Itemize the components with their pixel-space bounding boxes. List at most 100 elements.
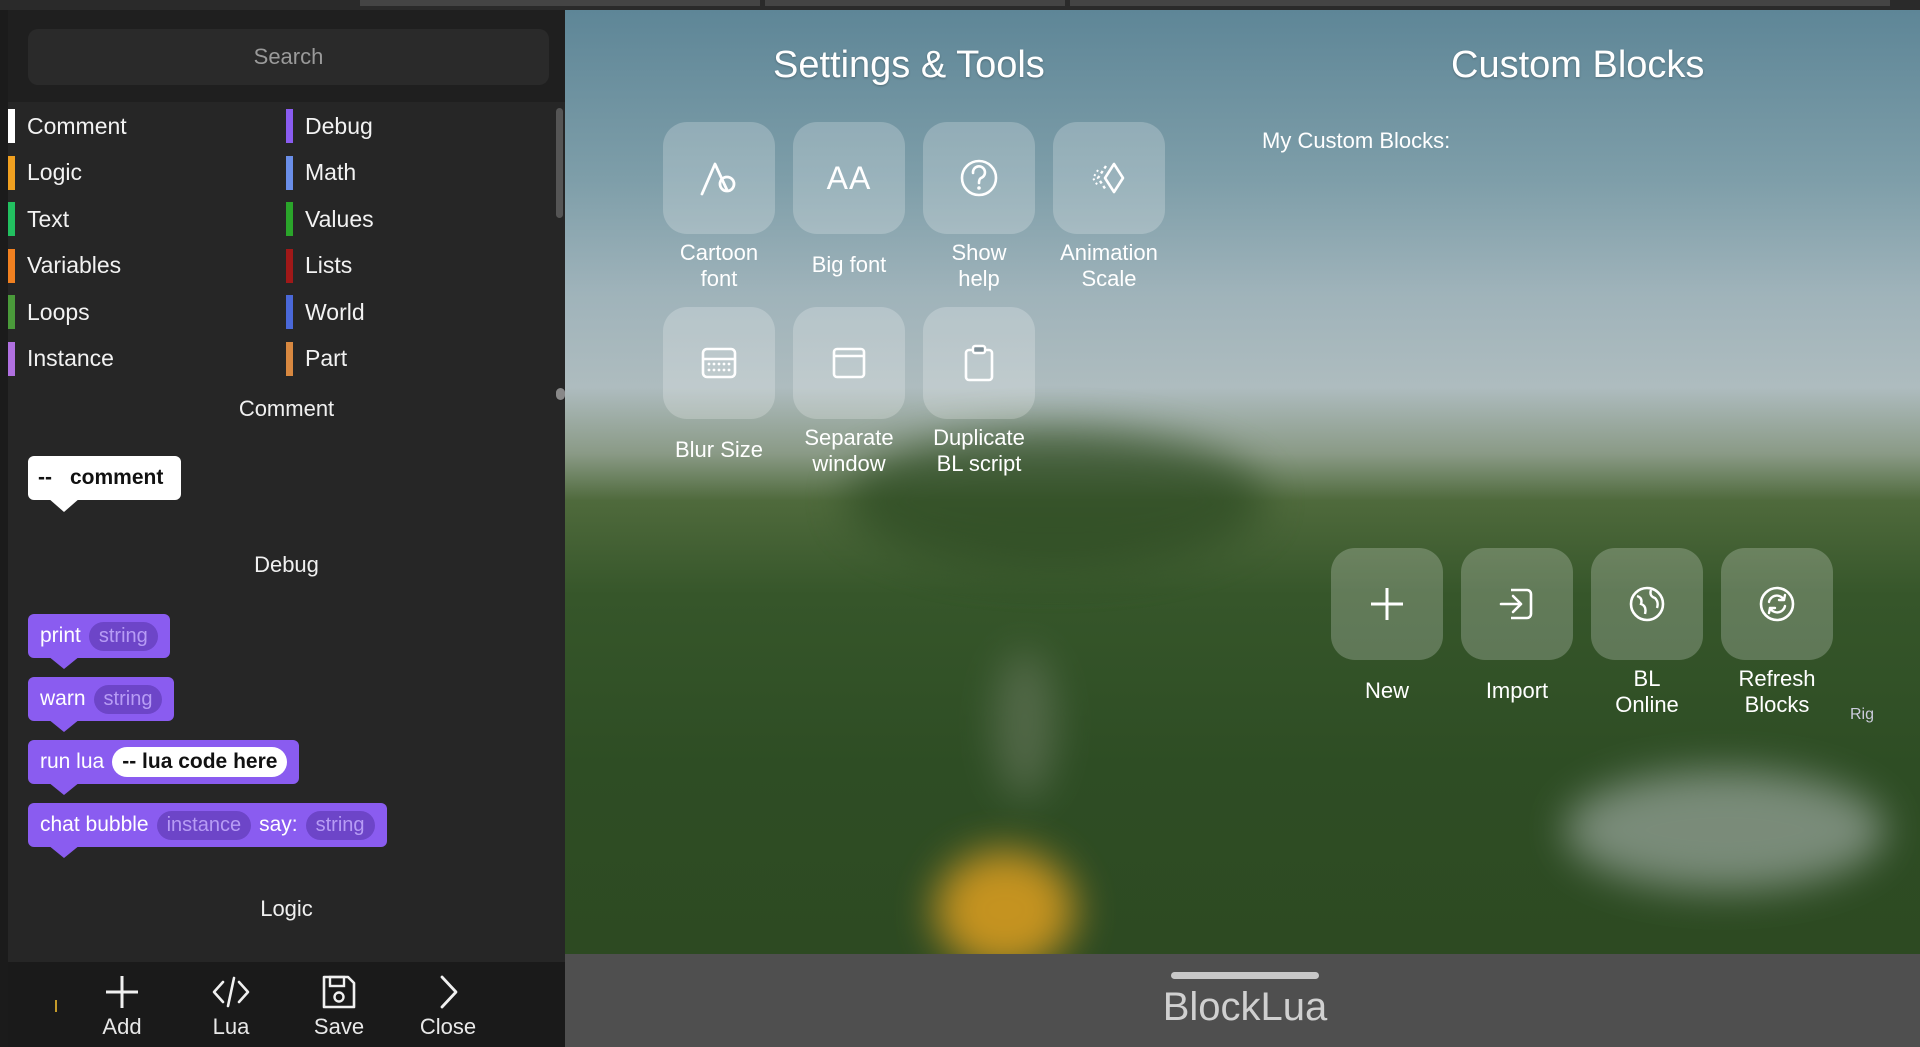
category-label: Part [305, 345, 348, 371]
section-title-comment: Comment [238, 396, 335, 421]
comment-block-notch [48, 498, 80, 512]
category-color-bar [286, 202, 293, 236]
window-icon [832, 347, 866, 379]
category-instance[interactable]: Instance [8, 341, 114, 377]
category-label: Logic [27, 159, 82, 185]
refresh-blocks-label: Refresh Blocks [1738, 666, 1816, 717]
warn-arg[interactable]: string [93, 684, 163, 714]
category-color-bar [8, 341, 15, 376]
rig-label: Rig [1850, 706, 1875, 723]
category-lists[interactable]: Lists [286, 248, 352, 284]
category-logic[interactable]: Logic [8, 155, 82, 191]
category-label: World [305, 298, 365, 325]
category-color-bar [286, 295, 293, 329]
section-title-debug: Debug [254, 552, 319, 577]
category-label: Comment [27, 112, 127, 139]
code-icon [212, 976, 250, 1008]
warn-block[interactable]: warn string [28, 677, 175, 721]
category-world[interactable]: World [286, 294, 365, 330]
save-label: Save [313, 1014, 365, 1039]
clipboard-icon [964, 344, 994, 382]
save-button[interactable]: Save [299, 972, 379, 1047]
blur-size-button[interactable] [663, 307, 775, 419]
category-comment[interactable]: Comment [8, 108, 127, 144]
top-strip [0, 0, 1920, 10]
category-color-bar [286, 109, 293, 143]
chat-bubble-string-arg[interactable]: string [305, 810, 375, 840]
globe-icon [1629, 586, 1665, 622]
top-strip-segment [765, 0, 1065, 6]
category-color-bar [286, 248, 293, 283]
big-font-button[interactable]: AA [793, 122, 905, 234]
run-lua-block[interactable]: run lua -- lua code here [28, 740, 300, 784]
new-block-label: New [1364, 678, 1409, 703]
chat-bubble-instance-arg[interactable]: instance [156, 810, 252, 840]
chat-bubble-label: chat bubble [40, 813, 149, 836]
block-notch [48, 719, 80, 732]
plus-icon [1371, 588, 1403, 620]
big-font-icon: AA [826, 159, 872, 196]
chat-bubble-say-label: say: [259, 813, 298, 836]
toolbar-marker [55, 1000, 57, 1012]
new-block-button[interactable] [1331, 548, 1443, 660]
app-title: BlockLua [1162, 985, 1328, 1029]
category-label: Variables [27, 252, 122, 278]
category-color-bar [8, 295, 15, 329]
print-arg[interactable]: string [88, 621, 158, 651]
import-icon [1499, 588, 1533, 620]
separate-window-label: Separate window [804, 425, 894, 476]
run-lua-label: run lua [40, 750, 105, 773]
category-values[interactable]: Values [286, 201, 374, 237]
lua-button[interactable]: Lua [191, 972, 271, 1047]
custom-blocks-title: Custom Blocks [1451, 44, 1705, 86]
duplicate-script-button[interactable] [923, 307, 1035, 419]
category-color-bar [8, 202, 15, 236]
duplicate-script-label: Duplicate BL script [933, 425, 1025, 476]
category-label: Values [305, 205, 374, 232]
block-notch [48, 845, 80, 858]
category-loops[interactable]: Loops [8, 294, 90, 330]
animation-scale-label: Animation Scale [1060, 240, 1158, 291]
category-color-bar [8, 155, 15, 190]
category-label: Debug [305, 112, 373, 139]
cartoon-font-button[interactable] [663, 122, 775, 234]
category-label: Lists [305, 252, 353, 278]
category-label: Text [27, 205, 70, 232]
refresh-blocks-button[interactable] [1721, 548, 1833, 660]
separate-window-button[interactable] [793, 307, 905, 419]
category-color-bar [286, 155, 293, 190]
comment-block[interactable]: -- comment [28, 456, 182, 500]
top-strip-segment [360, 0, 760, 6]
close-label: Close [419, 1014, 477, 1039]
block-notch [48, 656, 80, 669]
chat-bubble-block[interactable]: chat bubble instance say: string [28, 803, 387, 847]
plus-icon [106, 976, 138, 1008]
show-help-button[interactable] [923, 122, 1035, 234]
close-button[interactable]: Close [408, 972, 488, 1047]
comment-word: comment [70, 466, 164, 489]
help-icon [960, 159, 998, 197]
search-input[interactable] [28, 29, 549, 85]
top-strip-segment [1070, 0, 1890, 6]
add-button[interactable]: Add [82, 972, 162, 1047]
category-part[interactable]: Part [286, 341, 347, 377]
refresh-icon [1759, 586, 1795, 622]
category-math[interactable]: Math [286, 155, 356, 191]
category-debug[interactable]: Debug [286, 108, 373, 144]
bottom-toolbar: Add Lua Save Close [8, 962, 565, 1047]
lua-label: Lua [212, 1014, 250, 1039]
add-label: Add [102, 1014, 142, 1039]
category-scroll-thumb[interactable] [556, 108, 563, 218]
print-block[interactable]: print string [28, 614, 170, 658]
cartoon-font-label: Cartoon font [679, 240, 759, 291]
bg-blur [1565, 770, 1885, 890]
import-button[interactable] [1461, 548, 1573, 660]
category-variables[interactable]: Variables [8, 248, 121, 284]
save-icon [322, 975, 356, 1009]
bl-online-button[interactable] [1591, 548, 1703, 660]
animation-scale-button[interactable] [1053, 122, 1165, 234]
category-text[interactable]: Text [8, 201, 69, 237]
run-lua-arg[interactable]: -- lua code here [112, 747, 288, 777]
show-help-label: Show help [951, 240, 1007, 291]
drag-handle[interactable] [1171, 972, 1319, 979]
